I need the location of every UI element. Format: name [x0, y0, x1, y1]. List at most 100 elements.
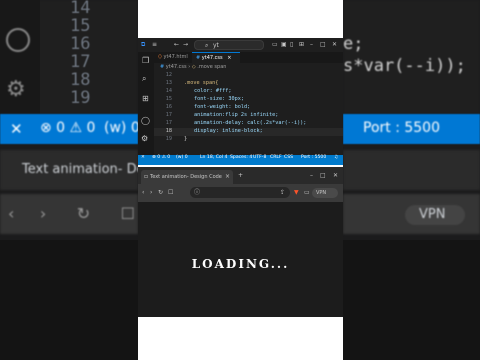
- minimize-icon[interactable]: –: [310, 173, 313, 179]
- minimize-icon[interactable]: –: [310, 42, 313, 48]
- language-mode[interactable]: CSS: [284, 155, 293, 165]
- account-icon[interactable]: ◯: [141, 117, 150, 125]
- bg-line-number: 19: [70, 88, 91, 108]
- forward-arrow-icon[interactable]: →: [183, 42, 188, 48]
- bg-browser-page: [0, 240, 138, 360]
- info-icon: ⓘ: [194, 189, 201, 196]
- code-text: color: #fff;: [194, 88, 232, 94]
- back-icon[interactable]: ‹: [142, 190, 144, 196]
- browser-tabbar: ▫ Text animation- Design Code × + – □ ✕: [138, 167, 343, 184]
- code-text: }: [184, 136, 188, 142]
- bg-line-number: 16: [70, 34, 91, 54]
- bg-account-icon: [6, 28, 30, 52]
- extensions-icon[interactable]: ⊞: [142, 95, 149, 103]
- ports-indicator[interactable]: (w) 0: [176, 155, 188, 165]
- bg-line-number: 17: [70, 52, 91, 72]
- gear-icon[interactable]: ⚙: [141, 135, 148, 143]
- bg-status-ports: (w) 0: [104, 120, 138, 136]
- tab-favicon: ▫: [144, 173, 149, 180]
- line-number: 13: [165, 80, 172, 86]
- line-number: 17: [165, 120, 172, 126]
- bg-gear-icon: ⚙: [6, 77, 26, 102]
- line-ending[interactable]: CRLF: [270, 155, 282, 165]
- tab-close-icon[interactable]: ×: [225, 174, 230, 180]
- close-icon[interactable]: ✕: [332, 42, 337, 48]
- vpn-label: VPN: [316, 190, 327, 196]
- search-text: yt: [213, 42, 219, 49]
- editor-tabs: ⟨⟩ yt47.html # yt47.css ×: [154, 52, 343, 63]
- line-number: 15: [165, 96, 172, 102]
- remote-icon[interactable]: ✕: [141, 155, 145, 165]
- close-icon[interactable]: ✕: [333, 173, 338, 179]
- code-text: animation:flip 2s infinite;: [194, 112, 279, 118]
- css-file-icon: #: [196, 55, 201, 61]
- breadcrumb-file[interactable]: yt47.css: [166, 64, 187, 70]
- wallet-icon[interactable]: ▭: [304, 190, 310, 196]
- tab-title: Text animation- Design Code: [150, 174, 222, 180]
- bg-browser-tabbar: [343, 150, 480, 190]
- browser-window: ▫ Text animation- Design Code × + – □ ✕ …: [138, 167, 343, 317]
- maximize-icon[interactable]: □: [320, 42, 326, 48]
- back-arrow-icon[interactable]: ←: [174, 42, 179, 48]
- line-number: 19: [165, 136, 172, 142]
- tab-yt47-html[interactable]: ⟨⟩ yt47.html: [154, 52, 192, 63]
- panel-icon[interactable]: ▣: [281, 42, 287, 48]
- tab-yt47-css[interactable]: # yt47.css ×: [192, 52, 240, 63]
- code-text: display: inline-block;: [194, 128, 263, 134]
- menu-icon[interactable]: ≡: [152, 42, 157, 48]
- tab-close-icon[interactable]: ×: [227, 55, 231, 61]
- bg-back-arrow-icon: ‹ › ↻ ☐: [8, 204, 136, 223]
- breadcrumb-symbol[interactable]: .move span: [197, 64, 226, 70]
- reload-icon[interactable]: ↻: [158, 190, 163, 196]
- vpn-button[interactable]: VPN: [312, 188, 338, 198]
- code-text: .move span{: [184, 80, 219, 86]
- code-text: animation-delay: calc(.2s*var(--i));: [194, 120, 307, 126]
- line-number: 14: [165, 88, 172, 94]
- line-number: 12: [165, 72, 172, 78]
- tab-label: yt47.html: [163, 54, 188, 60]
- encoding[interactable]: UTF-8: [253, 155, 266, 165]
- vscode-window: ⧉ ≡ ← → ⌕ yt ▭ ▣ ▯ ⊞ – □ ✕ ❐ ⌕ ⊞ ◯ ⚙ ⟨⟩: [138, 38, 343, 165]
- code-editor[interactable]: 12 13 .move span{ 14 color: #fff; 15 fon…: [154, 72, 343, 155]
- bg-status-errors: ⊗ 0 ⚠ 0: [40, 120, 96, 136]
- address-bar[interactable]: ⓘ ⇪: [190, 187, 290, 198]
- bg-status-port: Port : 5500: [363, 120, 440, 136]
- bg-browser-tab-title: Text animation- Design: [22, 162, 138, 177]
- bookmark-icon[interactable]: ☐: [168, 190, 173, 196]
- bg-status-icons: ✕: [10, 120, 33, 138]
- problems-indicator[interactable]: ⊗ 0 ⚠ 0: [152, 155, 170, 165]
- breadcrumb: # yt47.css › ◇ .move span: [154, 63, 343, 72]
- bell-icon[interactable]: ♫: [334, 155, 338, 165]
- selector-icon: ◇: [191, 64, 196, 70]
- indentation[interactable]: Spaces: 4: [230, 155, 252, 165]
- vscode-titlebar: ⧉ ≡ ← → ⌕ yt ▭ ▣ ▯ ⊞ – □ ✕: [138, 38, 343, 53]
- line-number: 17: [165, 112, 172, 118]
- tab-label: yt47.css: [201, 55, 223, 61]
- vscode-logo-icon: ⧉: [141, 41, 146, 48]
- line-number: 16: [165, 104, 172, 110]
- command-search-box[interactable]: ⌕ yt: [194, 40, 264, 50]
- cursor-position[interactable]: Ln 18, Col 4: [200, 155, 227, 165]
- live-server-port[interactable]: Port : 5500: [301, 155, 326, 165]
- maximize-icon[interactable]: □: [320, 173, 326, 179]
- brave-shield-icon[interactable]: ▼: [294, 190, 299, 196]
- bg-line-number: 15: [70, 16, 91, 36]
- browser-page: LOADING...: [138, 202, 343, 317]
- search-icon: ⌕: [205, 42, 209, 49]
- forward-icon[interactable]: ›: [150, 190, 152, 196]
- share-icon[interactable]: ⇪: [280, 190, 285, 196]
- bg-browser-page: [343, 240, 480, 360]
- background-right: e; s*var(--i)); Port : 5500 VPN: [343, 0, 480, 360]
- video-frame: ⧉ ≡ ← → ⌕ yt ▭ ▣ ▯ ⊞ – □ ✕ ❐ ⌕ ⊞ ◯ ⚙ ⟨⟩: [138, 0, 343, 360]
- bg-line-number: 18: [70, 70, 91, 90]
- activity-bar: ❐ ⌕ ⊞ ◯ ⚙: [138, 52, 154, 155]
- browser-tab[interactable]: ▫ Text animation- Design Code ×: [141, 170, 233, 184]
- bg-code-line: e;: [343, 34, 364, 54]
- new-tab-button[interactable]: +: [238, 173, 243, 179]
- search-view-icon[interactable]: ⌕: [142, 75, 146, 83]
- explorer-icon[interactable]: ❐: [142, 57, 149, 65]
- layout-icon[interactable]: ▭: [272, 42, 278, 48]
- customize-layout-icon[interactable]: ⊞: [299, 42, 304, 48]
- bg-code-line: s*var(--i));: [343, 56, 466, 76]
- sidebar-icon[interactable]: ▯: [290, 42, 293, 48]
